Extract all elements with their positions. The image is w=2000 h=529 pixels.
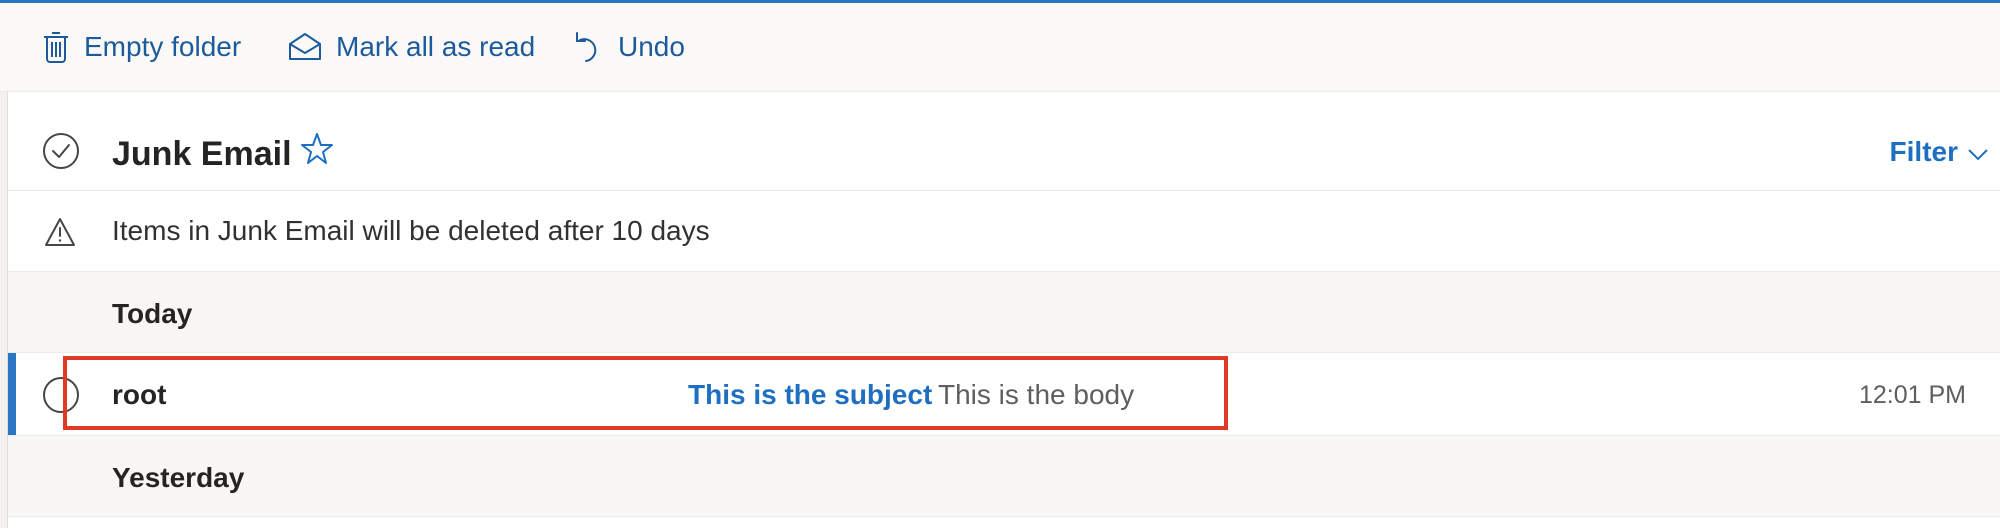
circle-icon[interactable] <box>42 376 80 419</box>
message-row[interactable]: root This is the subject This is the bod… <box>8 352 2000 436</box>
folder-title: Junk Email <box>112 135 292 173</box>
undo-label: Undo <box>618 31 685 62</box>
message-sender: root <box>112 379 167 410</box>
mark-all-read-label: Mark all as read <box>336 31 536 62</box>
message-time: 12:01 PM <box>1858 381 1966 409</box>
group-label: Today <box>112 298 193 329</box>
undo-icon <box>574 30 604 64</box>
folder-header: Junk Email Filter <box>8 92 2000 191</box>
chevron-down-icon <box>1968 136 1988 168</box>
envelope-open-icon <box>288 32 322 62</box>
filter-label: Filter <box>1889 136 1958 167</box>
undo-button[interactable]: Undo <box>574 3 685 91</box>
group-header-yesterday: Yesterday <box>8 436 2000 516</box>
trash-icon <box>42 30 70 64</box>
junk-retention-notice: Items in Junk Email will be deleted afte… <box>8 191 2000 272</box>
empty-folder-button[interactable]: Empty folder <box>42 3 241 91</box>
left-gutter <box>0 92 8 528</box>
empty-folder-label: Empty folder <box>84 31 242 62</box>
notice-text: Items in Junk Email will be deleted afte… <box>112 215 710 246</box>
filter-button[interactable]: Filter <box>1890 136 1988 168</box>
mark-all-read-button[interactable]: Mark all as read <box>288 3 535 91</box>
warning-icon <box>44 217 76 252</box>
star-icon[interactable] <box>300 132 334 171</box>
message-preview: This is the body <box>938 379 1135 410</box>
group-label: Yesterday <box>112 462 245 493</box>
group-header-today: Today <box>8 272 2000 352</box>
next-row-edge <box>8 516 2000 529</box>
check-circle-icon[interactable] <box>42 132 80 175</box>
selection-indicator <box>8 353 16 435</box>
message-subject: This is the subject <box>688 379 933 410</box>
command-toolbar: Empty folder Mark all as read Undo <box>0 3 2000 92</box>
